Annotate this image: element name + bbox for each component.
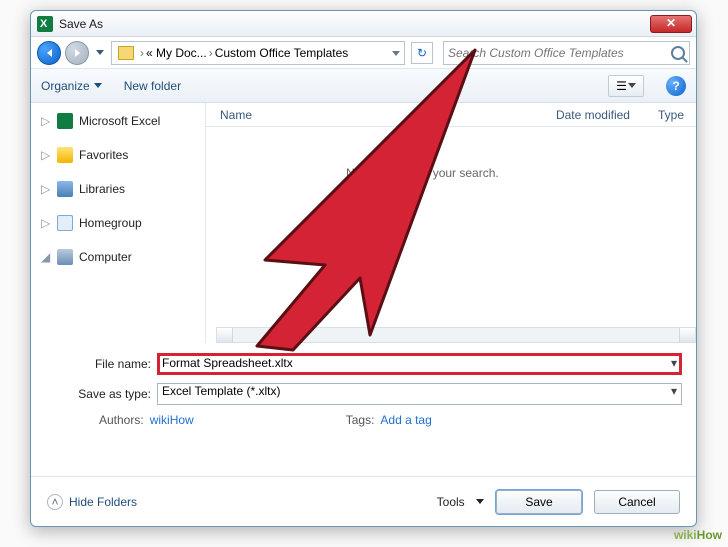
panes: ▷Microsoft Excel ▷Favorites ▷Libraries ▷… (31, 103, 696, 343)
authors-value[interactable]: wikiHow (150, 413, 194, 427)
column-modified[interactable]: Date modified (556, 108, 630, 122)
refresh-button[interactable]: ↻ (411, 42, 433, 64)
back-button[interactable] (37, 41, 61, 65)
search-box[interactable] (443, 41, 690, 65)
hide-folders-button[interactable]: ˄ Hide Folders (47, 494, 137, 510)
file-list: Name Date modified Type No items match y… (206, 103, 696, 343)
wikihow-watermark: wikiHow (674, 526, 722, 543)
folder-icon (118, 46, 134, 60)
window-title: Save As (59, 17, 650, 31)
star-icon (57, 147, 73, 163)
authors-label: Authors: (99, 413, 144, 427)
column-name[interactable]: Name (220, 108, 420, 122)
filename-input[interactable]: Format Spreadsheet.xltx▾ (157, 353, 682, 375)
titlebar: Save As ✕ (31, 11, 696, 37)
nav-tree: ▷Microsoft Excel ▷Favorites ▷Libraries ▷… (31, 103, 206, 343)
chevron-down-icon[interactable]: ▾ (671, 384, 677, 398)
tags-label: Tags: (346, 413, 375, 427)
save-as-dialog: Save As ✕ › « My Doc... › Custom Office … (30, 10, 697, 527)
new-folder-button[interactable]: New folder (124, 79, 181, 93)
sidebar-item-homegroup[interactable]: ▷Homegroup (41, 211, 201, 235)
nav-history-dropdown[interactable] (93, 42, 107, 64)
tags-value[interactable]: Add a tag (380, 413, 431, 427)
libraries-icon (57, 181, 73, 197)
view-options-button[interactable]: ☰ (608, 75, 644, 97)
chevron-down-icon[interactable]: ▾ (671, 356, 677, 370)
filename-label: File name: (45, 357, 157, 371)
dialog-footer: ˄ Hide Folders Tools Save Cancel (31, 476, 696, 526)
save-button[interactable]: Save (496, 490, 582, 514)
search-icon (671, 46, 685, 60)
savetype-label: Save as type: (45, 387, 157, 401)
column-type[interactable]: Type (658, 108, 684, 122)
homegroup-icon (57, 215, 73, 231)
h-scrollbar[interactable] (216, 327, 696, 343)
excel-icon (57, 113, 73, 129)
breadcrumb[interactable]: › « My Doc... › Custom Office Templates (111, 41, 405, 65)
column-headers: Name Date modified Type (206, 103, 696, 127)
chevron-up-icon: ˄ (47, 494, 63, 510)
close-button[interactable]: ✕ (650, 15, 692, 33)
excel-app-icon (37, 16, 53, 32)
empty-message: No items match your search. (346, 161, 696, 185)
computer-icon (57, 249, 73, 265)
form-area: File name: Format Spreadsheet.xltx▾ Save… (31, 343, 696, 437)
sidebar-item-libraries[interactable]: ▷Libraries (41, 177, 201, 201)
forward-button[interactable] (65, 41, 89, 65)
sidebar-item-excel[interactable]: ▷Microsoft Excel (41, 109, 201, 133)
organize-button[interactable]: Organize (41, 79, 102, 93)
breadcrumb-seg-1[interactable]: « My Doc... (146, 46, 207, 60)
cancel-button[interactable]: Cancel (594, 490, 680, 514)
navbar: › « My Doc... › Custom Office Templates … (31, 37, 696, 69)
help-button[interactable]: ? (666, 76, 686, 96)
tools-menu[interactable]: Tools (437, 495, 484, 509)
sidebar-item-computer[interactable]: ◢Computer (41, 245, 201, 269)
scroll-right-icon[interactable] (679, 328, 695, 342)
scroll-left-icon[interactable] (217, 328, 233, 342)
search-input[interactable] (448, 46, 667, 60)
breadcrumb-seg-2[interactable]: Custom Office Templates (215, 46, 392, 60)
toolbar: Organize New folder ☰ ? (31, 69, 696, 103)
savetype-select[interactable]: Excel Template (*.xltx)▾ (157, 383, 682, 405)
sidebar-item-favorites[interactable]: ▷Favorites (41, 143, 201, 167)
